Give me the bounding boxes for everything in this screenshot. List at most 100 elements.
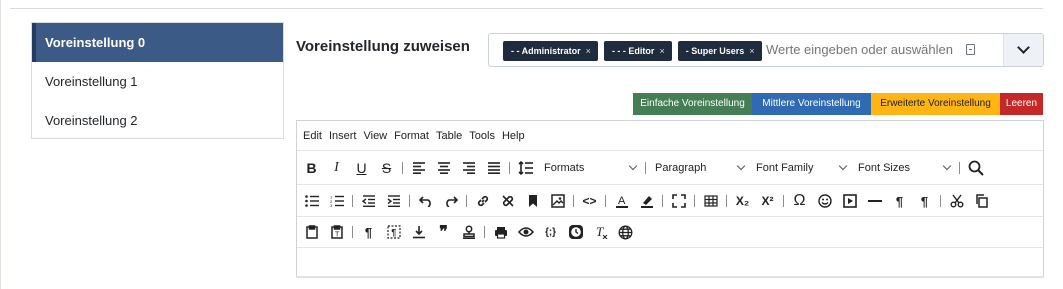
- separator: [409, 195, 410, 207]
- editor-content-area[interactable]: [297, 247, 1043, 278]
- tag-super-users: - Super Users ×: [677, 41, 762, 61]
- stamp-icon[interactable]: [456, 221, 481, 243]
- menu-help[interactable]: Help: [502, 130, 525, 142]
- strikethrough-icon[interactable]: S: [374, 157, 399, 179]
- table-icon[interactable]: [698, 190, 723, 212]
- paragraph-icon[interactable]: ¶: [356, 221, 381, 243]
- link-icon[interactable]: [470, 190, 495, 212]
- tag-administrator: - - Administrator ×: [503, 41, 598, 61]
- selected-tags: - - Administrator × - - - Editor × - Super…: [503, 41, 762, 61]
- formats-dropdown[interactable]: Formats: [538, 157, 642, 179]
- bold-icon[interactable]: B: [299, 157, 324, 179]
- redo-icon[interactable]: [438, 190, 463, 212]
- print-icon[interactable]: [488, 221, 513, 243]
- text-color-icon[interactable]: A: [609, 190, 634, 212]
- font-sizes-dropdown[interactable]: Font Sizes: [852, 157, 956, 179]
- superscript-icon[interactable]: X²: [755, 190, 780, 212]
- indent-icon[interactable]: [381, 190, 406, 212]
- clear-button[interactable]: Leeren: [1000, 93, 1043, 115]
- ltr-glyph: ¶: [895, 193, 904, 209]
- menubar-divider: [297, 150, 1043, 151]
- extended-preset-button[interactable]: Erweiterte Voreinstellung: [871, 93, 1000, 115]
- menu-tools[interactable]: Tools: [469, 130, 495, 142]
- tag-label: - Super Users: [685, 46, 745, 56]
- rtl-glyph: ¶: [920, 193, 929, 209]
- clear-formatting-icon[interactable]: T: [588, 221, 613, 243]
- editor-bottom-border: [296, 276, 1044, 278]
- chevron-down-icon: [1017, 41, 1030, 54]
- globe-icon[interactable]: [613, 221, 638, 243]
- subscript-icon[interactable]: X₂: [730, 190, 755, 212]
- svg-text:¶: ¶: [391, 228, 396, 238]
- separator: [783, 195, 784, 207]
- underline-icon[interactable]: U: [349, 157, 374, 179]
- code-icon[interactable]: <>: [577, 190, 602, 212]
- preset-button-group: Einfache Voreinstellung Mittlere Voreins…: [633, 93, 1043, 115]
- blockquote-icon[interactable]: ❞: [431, 221, 456, 243]
- bullet-list-icon[interactable]: [299, 190, 324, 212]
- preset-item-0[interactable]: Voreinstellung 0: [32, 23, 283, 62]
- font-family-dropdown[interactable]: Font Family: [750, 157, 852, 179]
- tag-label: - - - Editor: [611, 46, 655, 56]
- tag-label: - - Administrator: [511, 46, 581, 56]
- paste-text-icon[interactable]: T: [324, 221, 349, 243]
- paragraph-dropdown[interactable]: Paragraph: [649, 157, 750, 179]
- svg-text:3: 3: [330, 203, 333, 207]
- image-icon[interactable]: [545, 190, 570, 212]
- tag-search-input[interactable]: [766, 42, 956, 57]
- align-center-icon[interactable]: [431, 157, 456, 179]
- medium-preset-button[interactable]: Mittlere Voreinstellung: [752, 93, 871, 115]
- formats-label: Formats: [544, 162, 585, 174]
- visual-blocks-icon[interactable]: ¶: [381, 221, 406, 243]
- align-right-icon[interactable]: [456, 157, 481, 179]
- align-left-icon[interactable]: [406, 157, 431, 179]
- undo-icon[interactable]: [413, 190, 438, 212]
- ltr-icon[interactable]: ¶: [887, 190, 912, 212]
- numbered-list-icon[interactable]: 123: [324, 190, 349, 212]
- toolbar-row-2: 123 <> A X₂ X² Ω ¶ ¶: [297, 185, 1043, 217]
- menu-view[interactable]: View: [363, 130, 387, 142]
- fullscreen-icon[interactable]: [666, 190, 691, 212]
- outdent-icon[interactable]: [356, 190, 381, 212]
- preview-icon[interactable]: [513, 221, 538, 243]
- simple-preset-button[interactable]: Einfache Voreinstellung: [633, 93, 752, 115]
- menu-insert[interactable]: Insert: [329, 130, 357, 142]
- highlight-color-icon[interactable]: [634, 190, 659, 212]
- bookmark-icon[interactable]: [520, 190, 545, 212]
- preset-item-2[interactable]: Voreinstellung 2: [32, 101, 283, 140]
- emoticons-icon[interactable]: [812, 190, 837, 212]
- separator: [402, 162, 403, 174]
- separator: [509, 162, 510, 174]
- copy-icon[interactable]: [969, 190, 994, 212]
- svg-text:A: A: [618, 195, 626, 207]
- menu-edit[interactable]: Edit: [303, 130, 322, 142]
- media-icon[interactable]: [837, 190, 862, 212]
- search-icon[interactable]: [963, 157, 988, 179]
- assign-title: Voreinstellung zuweisen: [296, 38, 470, 55]
- italic-icon[interactable]: I: [324, 157, 349, 179]
- code-sample-icon[interactable]: {;}: [538, 221, 563, 243]
- svg-text:T: T: [596, 225, 604, 239]
- select-dropdown-button[interactable]: [1003, 34, 1043, 66]
- tag-remove-icon[interactable]: ×: [586, 46, 591, 56]
- cut-icon[interactable]: [944, 190, 969, 212]
- align-justify-icon[interactable]: [481, 157, 506, 179]
- separator: [352, 195, 353, 207]
- tag-remove-icon[interactable]: ×: [749, 46, 754, 56]
- separator: [352, 226, 353, 238]
- preset-item-1[interactable]: Voreinstellung 1: [32, 62, 283, 101]
- special-character-icon[interactable]: Ω: [787, 190, 812, 212]
- tag-remove-icon[interactable]: ×: [659, 46, 664, 56]
- menu-table[interactable]: Table: [436, 130, 462, 142]
- unlink-icon[interactable]: [495, 190, 520, 212]
- separator: [726, 195, 727, 207]
- separator: [573, 195, 574, 207]
- user-group-select[interactable]: - - Administrator × - - - Editor × - Super…: [488, 33, 1044, 67]
- rtl-icon[interactable]: ¶: [912, 190, 937, 212]
- line-height-icon[interactable]: [513, 157, 538, 179]
- clock-icon[interactable]: [563, 221, 588, 243]
- insert-datetime-anchor-icon[interactable]: [406, 221, 431, 243]
- paste-icon[interactable]: [299, 221, 324, 243]
- horizontal-line-icon[interactable]: [862, 190, 887, 212]
- menu-format[interactable]: Format: [394, 130, 429, 142]
